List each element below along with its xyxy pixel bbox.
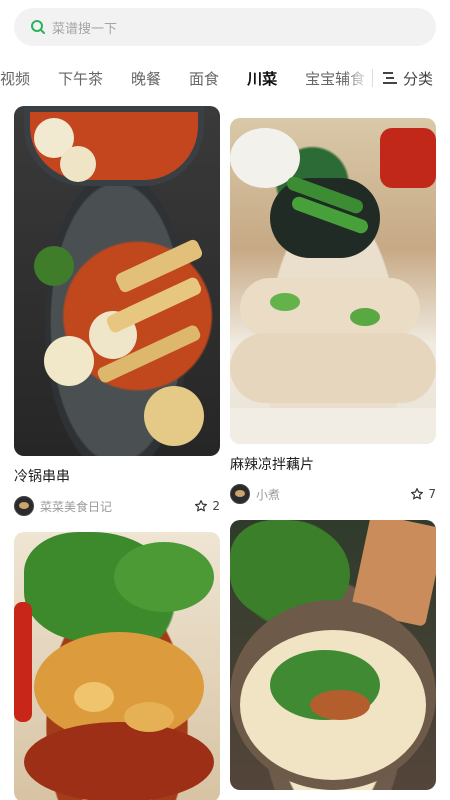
recipe-image[interactable] bbox=[14, 106, 220, 456]
category-button[interactable]: 分类 bbox=[383, 68, 433, 89]
tab-noodles[interactable]: 面食 bbox=[175, 68, 233, 89]
tab-divider bbox=[372, 69, 373, 87]
recipe-image[interactable] bbox=[14, 532, 220, 800]
likes-count: 7 bbox=[428, 487, 436, 501]
list-menu-icon bbox=[383, 72, 397, 84]
recipe-card[interactable]: 冷锅串串 菜菜美食日记 2 bbox=[14, 106, 220, 516]
tab-fade bbox=[344, 58, 370, 98]
tab-dinner[interactable]: 晚餐 bbox=[117, 68, 175, 89]
author[interactable]: 菜菜美食日记 bbox=[14, 496, 112, 516]
search-bar[interactable]: 菜谱搜一下 bbox=[14, 8, 436, 46]
recipe-card[interactable] bbox=[230, 520, 436, 790]
search-placeholder: 菜谱搜一下 bbox=[52, 21, 118, 37]
likes-count: 2 bbox=[212, 499, 220, 513]
recipe-image[interactable] bbox=[230, 118, 436, 444]
recipe-card[interactable] bbox=[14, 532, 220, 800]
tab-list: 视频 下午茶 晚餐 面食 川菜 宝宝辅食 bbox=[0, 58, 370, 98]
recipe-card[interactable]: 麻辣凉拌藕片 小煮 7 bbox=[230, 118, 436, 504]
star-icon[interactable] bbox=[410, 487, 424, 501]
author-name[interactable]: 小煮 bbox=[256, 486, 280, 503]
recipe-title[interactable]: 冷锅串串 bbox=[14, 466, 220, 486]
author[interactable]: 小煮 bbox=[230, 484, 280, 504]
star-icon[interactable] bbox=[194, 499, 208, 513]
tab-video[interactable]: 视频 bbox=[0, 68, 44, 89]
tab-sichuan[interactable]: 川菜 bbox=[233, 68, 291, 89]
recipe-meta: 菜菜美食日记 2 bbox=[14, 496, 220, 516]
avatar[interactable] bbox=[14, 496, 34, 516]
search-icon bbox=[31, 20, 45, 34]
recipe-image[interactable] bbox=[230, 520, 436, 790]
recipe-meta: 小煮 7 bbox=[230, 484, 436, 504]
category-label: 分类 bbox=[403, 69, 434, 88]
author-name[interactable]: 菜菜美食日记 bbox=[40, 498, 112, 515]
likes[interactable]: 2 bbox=[194, 499, 220, 513]
tab-afternoon-tea[interactable]: 下午茶 bbox=[44, 68, 117, 89]
avatar[interactable] bbox=[230, 484, 250, 504]
search-input[interactable]: 菜谱搜一下 bbox=[14, 8, 436, 46]
category-tabs: 视频 下午茶 晚餐 面食 川菜 宝宝辅食 分类 bbox=[0, 58, 450, 98]
recipe-title[interactable]: 麻辣凉拌藕片 bbox=[230, 454, 436, 474]
likes[interactable]: 7 bbox=[410, 487, 436, 501]
